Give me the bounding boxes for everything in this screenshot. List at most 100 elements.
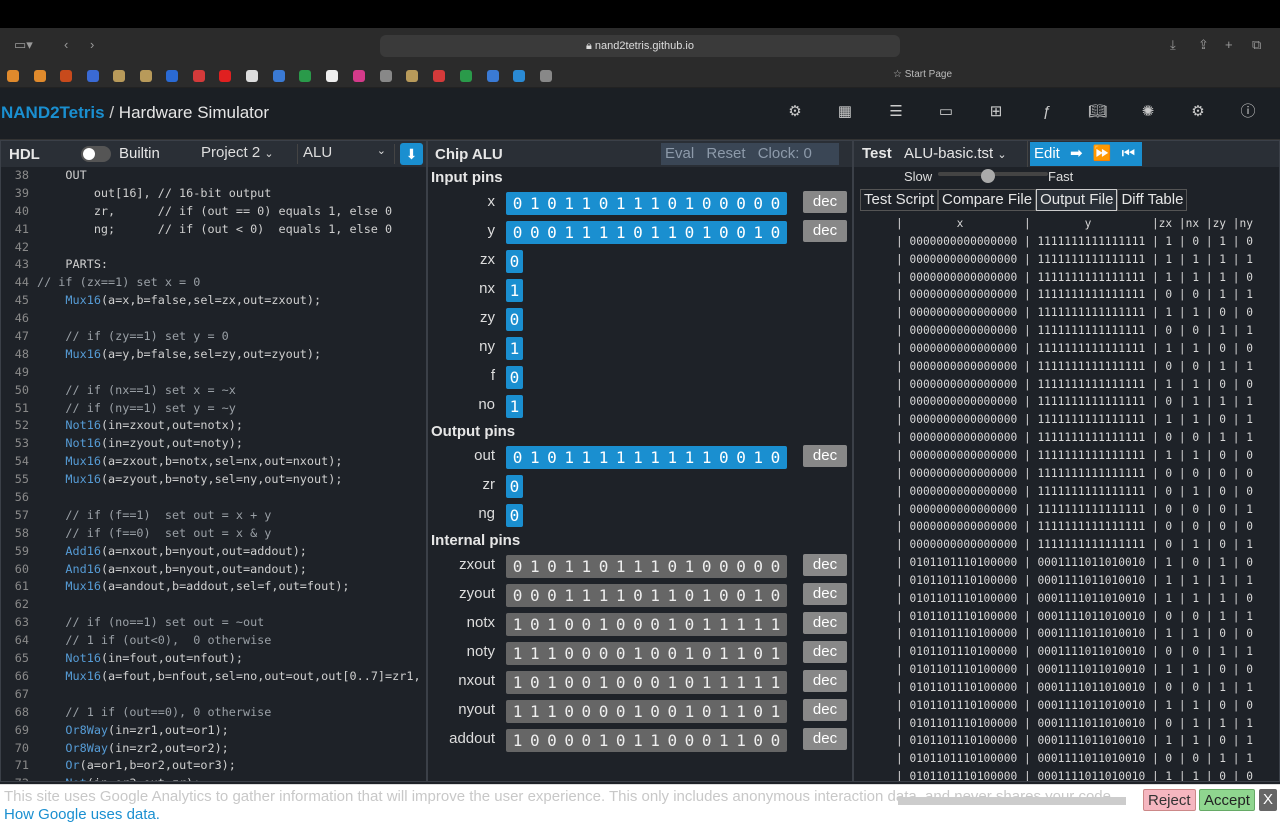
- pin-bit[interactable]: 0: [543, 192, 560, 215]
- dec-button[interactable]: dec: [803, 554, 847, 576]
- dec-button[interactable]: dec: [803, 728, 847, 750]
- pin-bit[interactable]: 1: [612, 221, 629, 244]
- pin-bit[interactable]: 0: [681, 221, 698, 244]
- pin-bit[interactable]: 0: [509, 221, 526, 244]
- pin-bits[interactable]: 0001111011010010: [506, 221, 787, 244]
- tab-diff-table[interactable]: Diff Table: [1117, 189, 1188, 211]
- pin-bit[interactable]: 0: [715, 446, 732, 469]
- pin-bits[interactable]: 0101101110100000: [506, 192, 787, 215]
- pin-bits[interactable]: 0101111111110010: [506, 446, 787, 469]
- info-icon[interactable]: ⓘ: [1239, 103, 1257, 121]
- favorite-icon[interactable]: [246, 70, 258, 82]
- pin-bit[interactable]: 1: [578, 192, 595, 215]
- pin-bit[interactable]: 1: [561, 221, 578, 244]
- tabs-overview-icon[interactable]: ⧉: [1252, 37, 1261, 53]
- project-select[interactable]: Project 2 ⌄: [201, 144, 298, 164]
- pin-bit[interactable]: 0: [664, 192, 681, 215]
- favorite-icon[interactable]: [166, 70, 178, 82]
- accept-button[interactable]: Accept: [1199, 789, 1255, 811]
- download-button[interactable]: ⬇: [400, 143, 423, 165]
- settings-icon[interactable]: ⚙: [1189, 103, 1207, 121]
- favorite-icon[interactable]: [513, 70, 525, 82]
- pin-bit[interactable]: 0: [732, 446, 749, 469]
- bug-icon[interactable]: ✺: [1139, 103, 1157, 121]
- pin-bit[interactable]: 0: [506, 308, 523, 331]
- pin-bit[interactable]: 1: [750, 446, 767, 469]
- google-data-link[interactable]: How Google uses data.: [4, 806, 160, 823]
- pin-bit[interactable]: 1: [698, 221, 715, 244]
- favorite-icon[interactable]: [326, 70, 338, 82]
- speed-slider-knob[interactable]: [981, 169, 995, 183]
- book-icon[interactable]: 📖︎: [1088, 103, 1107, 121]
- favorite-icon[interactable]: [219, 70, 231, 82]
- pin-bit[interactable]: 1: [681, 446, 698, 469]
- dec-button[interactable]: dec: [803, 641, 847, 663]
- pin-bit[interactable]: 0: [732, 192, 749, 215]
- dec-button[interactable]: dec: [803, 583, 847, 605]
- pin-bit[interactable]: 1: [506, 279, 523, 302]
- favorite-icon[interactable]: [353, 70, 365, 82]
- pin-bit[interactable]: 1: [647, 446, 664, 469]
- close-banner-button[interactable]: X: [1259, 789, 1278, 811]
- pin-bit[interactable]: 0: [715, 221, 732, 244]
- dec-button[interactable]: dec: [803, 220, 847, 242]
- pin-bit[interactable]: 1: [612, 446, 629, 469]
- dec-button[interactable]: dec: [803, 699, 847, 721]
- pin-bit[interactable]: 1: [595, 446, 612, 469]
- pin-bit[interactable]: 1: [578, 446, 595, 469]
- pin-bit[interactable]: 1: [629, 446, 646, 469]
- pin-bit[interactable]: 0: [629, 221, 646, 244]
- pin-bit[interactable]: 0: [750, 192, 767, 215]
- pin-bit[interactable]: 0: [509, 192, 526, 215]
- pin-bit[interactable]: 1: [698, 446, 715, 469]
- dec-button[interactable]: dec: [803, 670, 847, 692]
- pin-bit[interactable]: 1: [664, 221, 681, 244]
- favorite-icon[interactable]: [273, 70, 285, 82]
- address-bar[interactable]: 🔒︎ nand2tetris.github.io: [380, 35, 900, 57]
- share-icon[interactable]: ⇪: [1198, 37, 1209, 53]
- builtin-toggle[interactable]: [81, 146, 111, 162]
- favorite-icon[interactable]: [406, 70, 418, 82]
- pin-bit[interactable]: 0: [767, 221, 784, 244]
- favorite-icon[interactable]: [299, 70, 311, 82]
- pin-bit[interactable]: 1: [681, 192, 698, 215]
- favorite-icon[interactable]: [7, 70, 19, 82]
- vm-icon[interactable]: ▭: [937, 103, 955, 121]
- favorite-icon[interactable]: [487, 70, 499, 82]
- pin-bit[interactable]: 1: [750, 221, 767, 244]
- pin-bit[interactable]: 0: [767, 192, 784, 215]
- favorite-icon[interactable]: [380, 70, 392, 82]
- pin-bit[interactable]: 1: [612, 192, 629, 215]
- favorite-icon[interactable]: [87, 70, 99, 82]
- pin-bit[interactable]: 0: [732, 221, 749, 244]
- chip-select[interactable]: ALU ⌄: [303, 144, 395, 164]
- pin-bit[interactable]: 1: [526, 192, 543, 215]
- pin-bit[interactable]: 0: [506, 504, 523, 527]
- pin-bit[interactable]: 0: [715, 192, 732, 215]
- pin-bit[interactable]: 0: [506, 366, 523, 389]
- pin-bit[interactable]: 0: [526, 221, 543, 244]
- pin-bit[interactable]: 0: [698, 192, 715, 215]
- pin-bit[interactable]: 0: [506, 250, 523, 273]
- pin-bit[interactable]: 1: [647, 221, 664, 244]
- pin-bit[interactable]: 1: [664, 446, 681, 469]
- tab-compare-file[interactable]: Compare File: [938, 189, 1037, 211]
- pin-bit[interactable]: 1: [526, 446, 543, 469]
- eval-button[interactable]: Eval: [665, 145, 694, 162]
- new-tab-icon[interactable]: +: [1225, 37, 1233, 52]
- dec-button[interactable]: dec: [803, 191, 847, 213]
- back-icon[interactable]: ‹: [64, 37, 68, 52]
- pin-bit[interactable]: 1: [561, 192, 578, 215]
- favorite-icon[interactable]: [60, 70, 72, 82]
- pin-bit[interactable]: 0: [509, 446, 526, 469]
- function-icon[interactable]: ƒ: [1038, 103, 1056, 121]
- pin-bit[interactable]: 1: [506, 395, 523, 418]
- download-icon[interactable]: ⤓: [1170, 37, 1176, 53]
- dec-button[interactable]: dec: [803, 445, 847, 467]
- pin-bit[interactable]: 0: [543, 221, 560, 244]
- banner-scrollbar[interactable]: [898, 797, 1126, 805]
- dec-button[interactable]: dec: [803, 612, 847, 634]
- run-icon[interactable]: ⏩: [1093, 145, 1112, 162]
- asm-icon[interactable]: ☰: [887, 103, 905, 121]
- favorite-icon[interactable]: [140, 70, 152, 82]
